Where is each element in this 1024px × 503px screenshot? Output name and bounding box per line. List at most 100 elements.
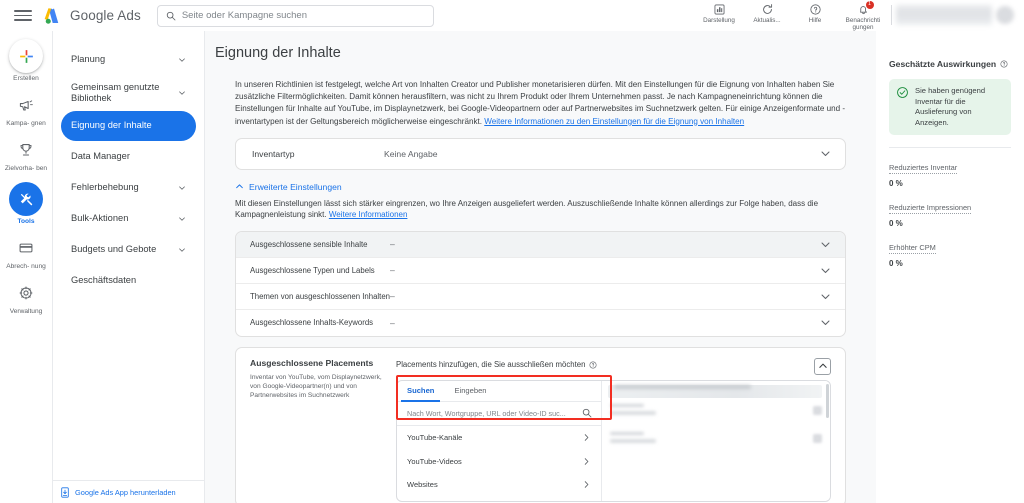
- option-youtube-channels[interactable]: YouTube-Kanäle: [397, 426, 601, 450]
- nav-item-geschaeftsdaten[interactable]: Geschäftsdaten: [61, 266, 196, 296]
- rail-label-tools: Tools: [17, 218, 35, 225]
- tab-eingeben[interactable]: Eingeben: [444, 381, 496, 401]
- placements-description: Ausgeschlossene Placements Inventar von …: [250, 358, 386, 503]
- option-apps[interactable]: Apps: [397, 496, 601, 501]
- nav-item-budgets-und-gebote[interactable]: Budgets und Gebote: [61, 235, 196, 265]
- search-icon: [166, 11, 176, 20]
- help-label: Hilfe: [808, 17, 822, 24]
- check-circle-icon: [897, 87, 908, 98]
- brand[interactable]: Google Ads: [44, 7, 141, 25]
- nav-item-shared-library[interactable]: Gemeinsam genutzte Bibliothek: [61, 76, 196, 110]
- rail-item-tools[interactable]: Tools: [0, 182, 53, 226]
- placements-title: Ausgeschlossene Placements: [250, 357, 374, 368]
- search-placeholder: Seite oder Kampagne suchen: [181, 10, 307, 21]
- chevron-down-icon: [179, 248, 185, 252]
- nav-label: Bulk-Aktionen: [71, 213, 129, 224]
- rail-item-campaigns[interactable]: Kampa- gnen: [0, 92, 53, 128]
- placements-search-input[interactable]: Nach Wort, Wortgruppe, URL oder Video-ID…: [397, 402, 601, 426]
- metric-label[interactable]: Reduziertes Inventar: [889, 163, 958, 175]
- nav-item-fehlerbehebung[interactable]: Fehlerbehebung: [61, 173, 196, 203]
- chevron-down-icon[interactable]: [820, 265, 831, 276]
- exclusion-label: Ausgeschlossene Inhalts-Keywords: [250, 318, 374, 328]
- option-label: YouTube-Videos: [407, 456, 462, 466]
- chevron-right-icon: [584, 481, 589, 488]
- inventory-status-note: Sie haben genügend Inventar für die Ausl…: [889, 79, 1011, 136]
- brand-text: Google Ads: [70, 8, 141, 23]
- google-ads-logo-icon: [44, 7, 59, 24]
- estimated-impact-panel: Geschätzte Auswirkungen Sie haben genüge…: [876, 31, 1024, 503]
- metric-reduced-impressions: Reduzierte Impressionen 0 %: [889, 197, 1011, 228]
- rail-label-billing: Abrech- nung: [6, 263, 46, 270]
- metric-label[interactable]: Reduzierte Impressionen: [889, 203, 972, 215]
- placements-panel: Suchen Eingeben Nach Wort, Wortgruppe, U…: [396, 379, 831, 502]
- exclusion-label: Ausgeschlossene sensible Inhalte: [250, 239, 368, 249]
- help-button[interactable]: Hilfe: [791, 0, 839, 24]
- rail-item-create[interactable]: Erstellen: [0, 39, 53, 83]
- exclusion-row-types-and-labels[interactable]: Ausgeschlossene Typen und Labels –: [236, 258, 845, 284]
- advanced-settings-toggle[interactable]: Erweiterte Einstellungen: [235, 182, 846, 192]
- scrollbar-thumb[interactable]: [826, 383, 829, 418]
- chevron-down-icon[interactable]: [820, 148, 831, 159]
- search-icon[interactable]: [582, 408, 592, 418]
- hamburger-icon[interactable]: [14, 7, 32, 25]
- avatar[interactable]: [996, 6, 1014, 24]
- nav-item-bulk-aktionen[interactable]: Bulk-Aktionen: [61, 204, 196, 234]
- appearance-button[interactable]: Darstellung: [695, 0, 743, 24]
- rail-item-billing[interactable]: Abrech- nung: [0, 235, 53, 271]
- option-label: Websites: [407, 480, 438, 490]
- metric-reduced-inventory: Reduziertes Inventar 0 %: [889, 157, 1011, 188]
- download-app-link[interactable]: Google Ads App herunterladen: [60, 487, 176, 498]
- placements-subtitle: Inventar von YouTube, vom Displaynetzwer…: [250, 373, 382, 399]
- chevron-right-icon: [584, 457, 589, 465]
- exclusion-value: –: [390, 265, 395, 276]
- inventory-status-text: Sie haben genügend Inventar für die Ausl…: [915, 86, 986, 127]
- inventory-type-value: Keine Angabe: [384, 148, 438, 159]
- inventory-type-label: Inventartyp: [252, 148, 295, 159]
- top-bar: Google Ads Seite oder Kampagne suchen Da…: [0, 0, 1024, 31]
- rail-item-admin[interactable]: Verwaltung: [0, 280, 53, 316]
- tab-label: Eingeben: [454, 386, 487, 396]
- exclusion-row-content-topics[interactable]: Themen von ausgeschlossenen Inhalten –: [236, 284, 845, 310]
- collapse-placements-button[interactable]: [814, 357, 831, 375]
- download-app-label: Google Ads App herunterladen: [75, 488, 176, 497]
- chevron-down-icon[interactable]: [820, 317, 831, 328]
- rail-item-goals[interactable]: Zielvorha- ben: [0, 137, 53, 173]
- option-websites[interactable]: Websites: [397, 473, 601, 497]
- rail-label-admin: Verwaltung: [9, 308, 43, 315]
- notification-badge: 1: [865, 1, 874, 9]
- chevron-down-icon: [179, 217, 185, 221]
- tab-suchen[interactable]: Suchen: [397, 381, 444, 402]
- exclusion-value: –: [390, 317, 395, 328]
- megaphone-icon: [19, 100, 33, 111]
- exclusion-row-sensitive-content[interactable]: Ausgeschlossene sensible Inhalte –: [236, 231, 845, 258]
- selected-item-redacted: [602, 398, 830, 426]
- inventory-type-row[interactable]: Inventartyp Keine Angabe: [236, 139, 845, 169]
- option-label: YouTube-Kanäle: [407, 433, 463, 443]
- refresh-button[interactable]: Aktualis...: [743, 0, 791, 24]
- rail-label-goals: Zielvorha- ben: [4, 165, 48, 172]
- notifications-button[interactable]: 1 Benachrichti gungen: [839, 0, 887, 32]
- chevron-down-icon[interactable]: [820, 291, 831, 302]
- divider: [891, 5, 892, 25]
- intro-link[interactable]: Weitere Informationen zu den Einstellung…: [484, 117, 744, 126]
- help-icon: [809, 4, 821, 15]
- estimated-impact-title-row: Geschätzte Auswirkungen: [889, 59, 1011, 69]
- placements-prompt: Placements hinzufügen, die Sie ausschlie…: [396, 360, 586, 370]
- nav-item-planung[interactable]: Planung: [61, 45, 196, 75]
- topbar-actions: Darstellung Aktualis... Hilfe 1 Benachri…: [695, 0, 1024, 31]
- credit-card-icon: [19, 243, 33, 253]
- chevron-down-icon[interactable]: [820, 239, 831, 250]
- tools-icon: [20, 193, 32, 205]
- metric-label[interactable]: Erhöhter CPM: [889, 243, 936, 255]
- nav-label: Planung: [71, 54, 106, 65]
- exclusion-row-content-keywords[interactable]: Ausgeschlossene Inhalts-Keywords –: [236, 310, 845, 336]
- info-icon[interactable]: [1000, 60, 1008, 68]
- option-youtube-videos[interactable]: YouTube-Videos: [397, 449, 601, 473]
- nav-item-data-manager[interactable]: Data Manager: [61, 142, 196, 172]
- metric-value: 0 %: [889, 259, 903, 269]
- info-icon[interactable]: [589, 361, 597, 369]
- search-input[interactable]: Seite oder Kampagne suchen: [156, 4, 434, 27]
- advanced-desc-link[interactable]: Weitere Informationen: [329, 210, 408, 219]
- nav-item-eignung-der-inhalte[interactable]: Eignung der Inhalte: [61, 111, 196, 141]
- metric-value: 0 %: [889, 179, 903, 189]
